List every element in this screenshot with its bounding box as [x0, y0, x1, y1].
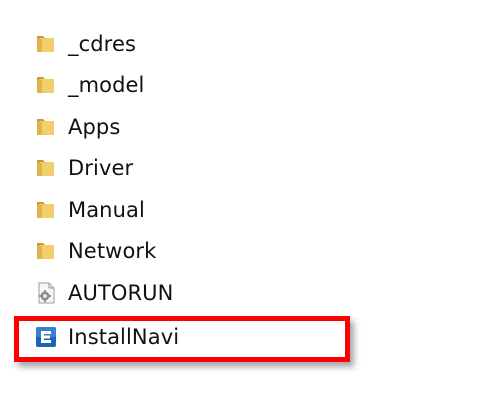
file-label: _model — [68, 73, 145, 97]
file-item-model[interactable]: _model — [32, 70, 145, 100]
file-label: AUTORUN — [68, 281, 174, 305]
file-label: Manual — [68, 198, 145, 222]
file-item-cdres[interactable]: _cdres — [32, 29, 136, 59]
folder-icon — [32, 238, 60, 264]
file-list: _cdres _model Apps Driver Manual Network… — [0, 0, 503, 407]
file-label: Network — [68, 239, 157, 263]
file-label: _cdres — [68, 32, 137, 56]
file-label: InstallNavi — [68, 325, 180, 349]
installnavi-app-icon — [32, 324, 60, 350]
folder-icon — [32, 155, 60, 181]
settings-file-icon — [32, 280, 60, 306]
file-item-network[interactable]: Network — [32, 236, 156, 266]
file-item-manual[interactable]: Manual — [32, 195, 145, 225]
folder-icon — [32, 31, 60, 57]
file-item-installnavi[interactable]: InstallNavi — [32, 322, 179, 352]
folder-icon — [32, 72, 60, 98]
file-item-apps[interactable]: Apps — [32, 112, 120, 142]
file-label: Driver — [68, 156, 134, 180]
folder-icon — [32, 197, 60, 223]
file-item-driver[interactable]: Driver — [32, 153, 133, 183]
file-label: Apps — [68, 115, 121, 139]
folder-icon — [32, 114, 60, 140]
file-item-autorun[interactable]: AUTORUN — [32, 278, 173, 308]
